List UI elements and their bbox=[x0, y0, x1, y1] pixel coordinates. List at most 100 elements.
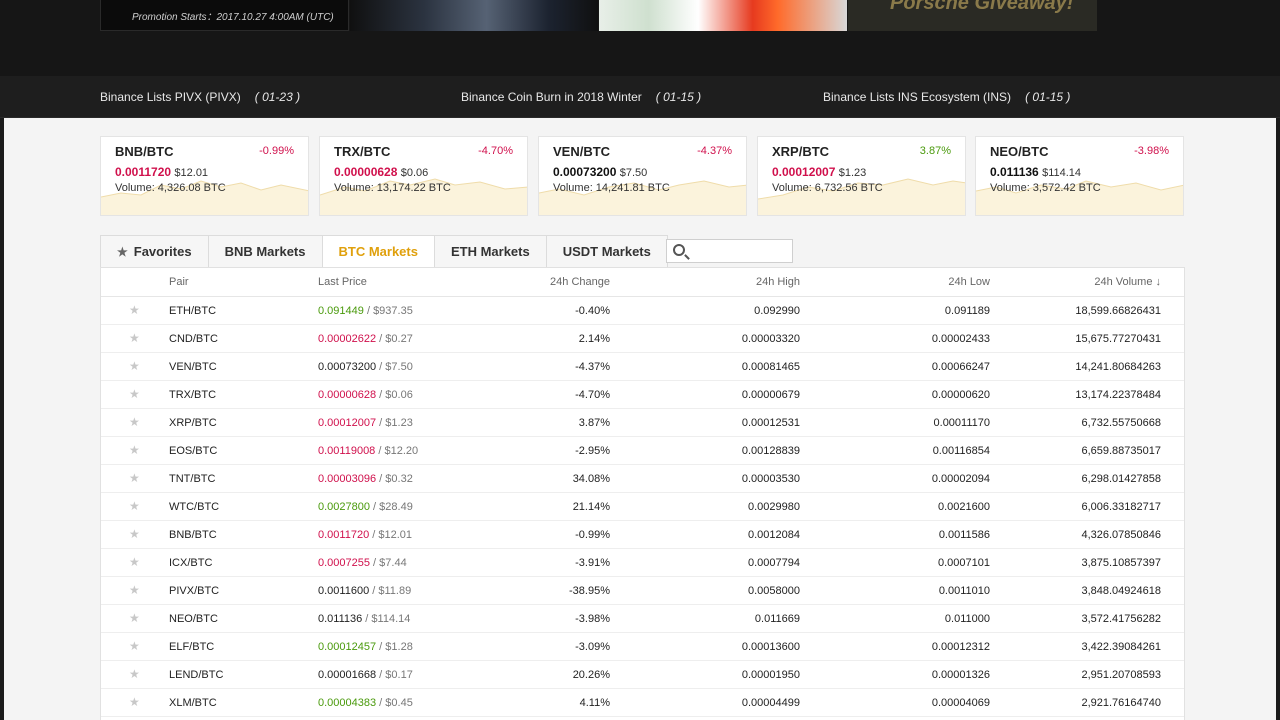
cell-last-price: 0.00119008 bbox=[318, 445, 376, 457]
tab-bnb-markets[interactable]: BNB Markets bbox=[207, 235, 322, 268]
search-icon bbox=[673, 244, 685, 256]
cell-24h-volume: 2,921.76164740 bbox=[1081, 697, 1161, 709]
tab-label: USDT Markets bbox=[562, 244, 651, 259]
header-24h-change[interactable]: 24h Change bbox=[510, 276, 610, 288]
ticker-card[interactable]: VEN/BTC -4.37% 0.00073200 $7.50 Volume: 14,… bbox=[538, 136, 747, 216]
cell-24h-volume: 13,174.22378484 bbox=[1075, 389, 1161, 401]
cell-24h-change: -4.37% bbox=[575, 361, 610, 373]
favorite-star-icon[interactable]: ★ bbox=[129, 359, 140, 373]
cell-24h-high: 0.00013600 bbox=[741, 641, 800, 653]
favorite-star-icon[interactable]: ★ bbox=[129, 611, 140, 625]
ticker-card[interactable]: XRP/BTC 3.87% 0.00012007 $1.23 Volume: 6,73… bbox=[757, 136, 966, 216]
cell-24h-high: 0.00128839 bbox=[741, 445, 800, 457]
ticker-card[interactable]: BNB/BTC -0.99% 0.0011720 $12.01 Volume: 4,3… bbox=[100, 136, 309, 216]
ticker-card[interactable]: NEO/BTC -3.98% 0.011136 $114.14 Volume: 3,5… bbox=[975, 136, 1184, 216]
cell-24h-volume: 3,572.41756282 bbox=[1081, 613, 1161, 625]
cell-pair: WTC/BTC bbox=[169, 501, 220, 513]
cell-24h-volume: 6,298.01427858 bbox=[1081, 473, 1161, 485]
cell-24h-low: 0.0011586 bbox=[938, 529, 990, 541]
favorite-star-icon[interactable]: ★ bbox=[129, 695, 140, 709]
cell-24h-high: 0.00001950 bbox=[741, 669, 800, 681]
table-row[interactable]: ★ CND/BTC 0.00002622 / $0.27 2.14% 0.0000332… bbox=[101, 325, 1184, 353]
table-row[interactable]: ★ PIVX/BTC 0.0011600 / $11.89 -38.95% 0.0058… bbox=[101, 577, 1184, 605]
ticker-change: -0.99% bbox=[259, 145, 294, 157]
ticker-change: 3.87% bbox=[919, 145, 951, 157]
cell-24h-low: 0.00066247 bbox=[931, 361, 990, 373]
cell-24h-low: 0.00002433 bbox=[931, 333, 990, 345]
ticker-price: 0.00073200 bbox=[553, 165, 617, 179]
cell-usd-price: $1.28 bbox=[385, 641, 413, 653]
cell-24h-change: -3.09% bbox=[575, 641, 610, 653]
favorite-star-icon[interactable]: ★ bbox=[129, 387, 140, 401]
car-banner-image[interactable] bbox=[350, 0, 598, 31]
ticker-card[interactable]: TRX/BTC -4.70% 0.00000628 $0.06 Volume: 13,… bbox=[319, 136, 528, 216]
cell-usd-price: $11.89 bbox=[378, 585, 412, 597]
tab-btc-markets[interactable]: BTC Markets bbox=[321, 235, 434, 268]
cell-24h-low: 0.00004069 bbox=[931, 697, 990, 709]
ticker-usd: $12.01 bbox=[174, 167, 209, 179]
cell-24h-high: 0.00081465 bbox=[741, 361, 800, 373]
cell-24h-change: -38.95% bbox=[569, 585, 610, 597]
favorite-star-icon[interactable]: ★ bbox=[129, 583, 140, 597]
table-row[interactable]: ★ XLM/BTC 0.00004383 / $0.45 4.11% 0.0000449… bbox=[101, 689, 1184, 717]
cell-last-price: 0.00001668 bbox=[318, 669, 377, 681]
cell-pair: BNB/BTC bbox=[169, 529, 217, 541]
cell-24h-low: 0.00011170 bbox=[933, 417, 990, 429]
favorite-star-icon[interactable]: ★ bbox=[129, 667, 140, 681]
giveaway-text: Porsche Giveaway! bbox=[890, 0, 1074, 14]
header-24h-volume[interactable]: 24h Volume ↓ bbox=[1041, 276, 1161, 288]
cell-24h-high: 0.00000679 bbox=[741, 389, 800, 401]
favorite-star-icon[interactable]: ★ bbox=[129, 443, 140, 457]
favorite-star-icon[interactable]: ★ bbox=[129, 415, 140, 429]
search-box bbox=[666, 239, 793, 263]
favorite-star-icon[interactable]: ★ bbox=[129, 527, 140, 541]
header-pair[interactable]: Pair bbox=[169, 276, 189, 288]
favorite-star-icon[interactable]: ★ bbox=[129, 331, 140, 345]
cell-24h-volume: 3,848.04924618 bbox=[1081, 585, 1161, 597]
promotion-text: Promotion Starts：2017.10.27 4:00AM (UTC) bbox=[132, 12, 334, 23]
tab-eth-markets[interactable]: ETH Markets bbox=[433, 235, 546, 268]
cell-24h-low: 0.00000620 bbox=[931, 389, 990, 401]
table-row[interactable]: ★ VEN/BTC 0.00073200 / $7.50 -4.37% 0.000814… bbox=[101, 353, 1184, 381]
tab-usdt-markets[interactable]: USDT Markets bbox=[545, 235, 668, 268]
cell-pair: CND/BTC bbox=[169, 333, 218, 345]
news-item[interactable]: Binance Lists INS Ecosystem (INS) ( 01-15… bbox=[823, 90, 1070, 104]
header-24h-low[interactable]: 24h Low bbox=[890, 276, 990, 288]
news-item[interactable]: Binance Coin Burn in 2018 Winter ( 01-15 … bbox=[461, 90, 701, 104]
table-row[interactable]: ★ ETH/BTC 0.091449 / $937.35 -0.40% 0.092990… bbox=[101, 297, 1184, 325]
cell-24h-high: 0.0029980 bbox=[748, 501, 800, 513]
favorite-star-icon[interactable]: ★ bbox=[129, 639, 140, 653]
tab-favorites[interactable]: ★ Favorites bbox=[100, 235, 208, 268]
table-row[interactable]: ★ EOS/BTC 0.00119008 / $12.20 -2.95% 0.00128… bbox=[101, 437, 1184, 465]
table-row[interactable]: ★ ICX/BTC 0.0007255 / $7.44 -3.91% 0.0007794… bbox=[101, 549, 1184, 577]
winter-banner-image[interactable] bbox=[599, 0, 847, 31]
favorite-star-icon[interactable]: ★ bbox=[129, 303, 140, 317]
cell-last-price: 0.00000628 bbox=[318, 389, 377, 401]
ticker-change: -4.37% bbox=[697, 145, 732, 157]
table-row[interactable]: ★ LEND/BTC 0.00001668 / $0.17 20.26% 0.00001… bbox=[101, 661, 1184, 689]
promotion-banner[interactable]: Promotion Starts：2017.10.27 4:00AM (UTC) bbox=[100, 0, 349, 31]
cell-usd-price: $0.45 bbox=[385, 697, 413, 709]
ticker-price: 0.00000628 bbox=[334, 165, 398, 179]
cell-24h-change: 4.11% bbox=[579, 697, 610, 709]
markets-table: Pair Last Price 24h Change 24h High 24h … bbox=[100, 267, 1185, 720]
ticker-usd: $114.14 bbox=[1042, 167, 1082, 179]
favorite-star-icon[interactable]: ★ bbox=[129, 471, 140, 485]
news-item[interactable]: Binance Lists PIVX (PIVX) ( 01-23 ) bbox=[100, 90, 300, 104]
giveaway-banner[interactable]: Porsche Giveaway! bbox=[848, 0, 1097, 31]
table-row[interactable]: ★ NEO/BTC 0.011136 / $114.14 -3.98% 0.011669… bbox=[101, 605, 1184, 633]
favorite-star-icon[interactable]: ★ bbox=[129, 499, 140, 513]
favorite-star-icon[interactable]: ★ bbox=[129, 555, 140, 569]
table-row[interactable]: ★ BNB/BTC 0.0011720 / $12.01 -0.99% 0.001208… bbox=[101, 521, 1184, 549]
table-row[interactable]: ★ WTC/BTC 0.0027800 / $28.49 21.14% 0.002998… bbox=[101, 493, 1184, 521]
table-row[interactable]: ★ XRP/BTC 0.00012007 / $1.23 3.87% 0.0001253… bbox=[101, 409, 1184, 437]
cell-pair: PIVX/BTC bbox=[169, 585, 220, 597]
cell-24h-change: -2.95% bbox=[575, 445, 610, 457]
cell-24h-low: 0.0021600 bbox=[938, 501, 990, 513]
search-input[interactable] bbox=[691, 242, 789, 260]
table-row[interactable]: ★ TRX/BTC 0.00000628 / $0.06 -4.70% 0.000006… bbox=[101, 381, 1184, 409]
table-row[interactable]: ★ TNT/BTC 0.00003096 / $0.32 34.08% 0.000035… bbox=[101, 465, 1184, 493]
header-last-price[interactable]: Last Price bbox=[318, 276, 367, 288]
table-row[interactable]: ★ ELF/BTC 0.00012457 / $1.28 -3.09% 0.000136… bbox=[101, 633, 1184, 661]
header-24h-high[interactable]: 24h High bbox=[700, 276, 800, 288]
